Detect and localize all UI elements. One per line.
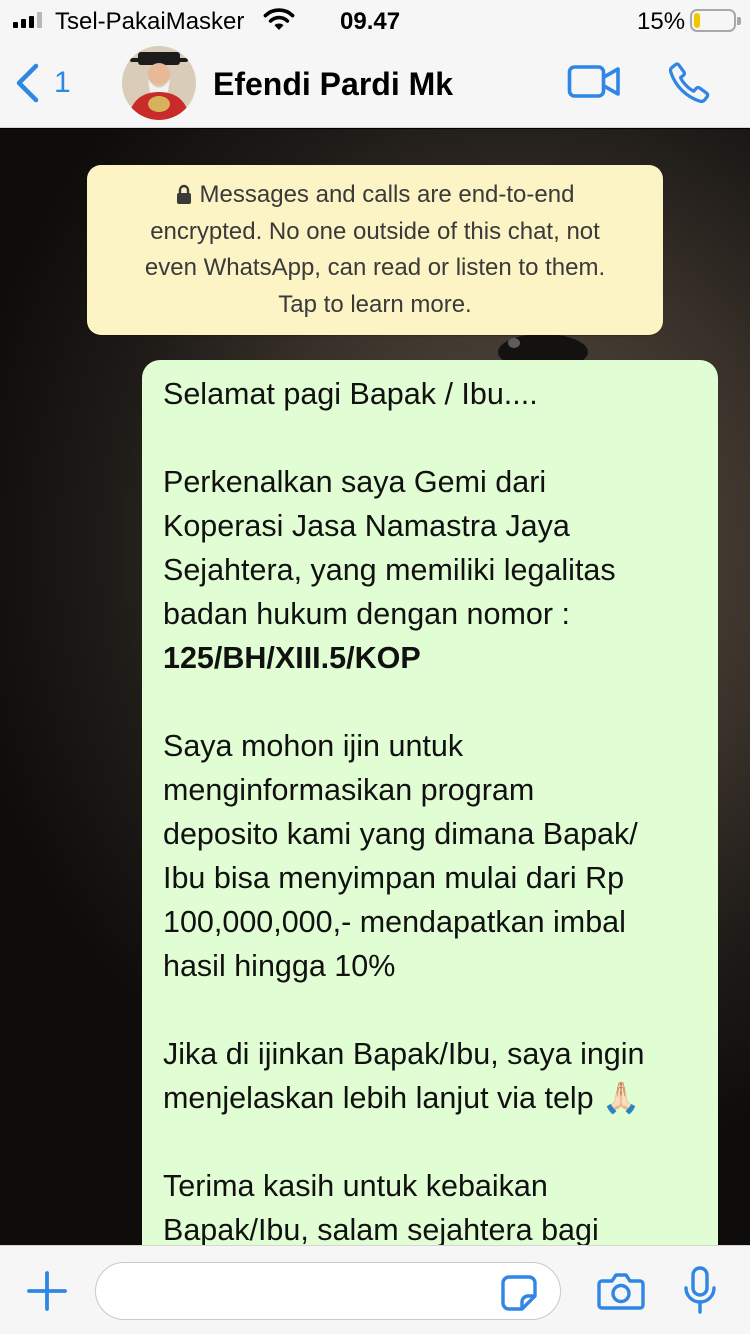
wifi-icon [262, 8, 296, 37]
unread-count: 1 [54, 66, 71, 99]
battery-fill [694, 13, 700, 28]
contact-name[interactable]: Efendi Pardi Mk [213, 66, 453, 103]
message-paragraph-intro: Perkenalkan saya Gemi dari Koperasi Jasa… [163, 465, 616, 675]
notice-line-3: even WhatsApp, can read or listen to the… [144, 254, 606, 281]
message-greeting: Selamat pagi Bapak / Ibu.... [163, 377, 538, 411]
signal-icon [13, 12, 42, 28]
message-input[interactable] [95, 1262, 561, 1320]
chat-area[interactable]: Messages and calls are end-to-end encryp… [0, 129, 750, 1245]
battery-percent: 15% [637, 8, 686, 35]
message-paragraph-request: Jika di ijinkan Bapak/Ibu, saya ingin me… [163, 1037, 645, 1115]
status-bar: Tsel-PakaiMasker 09.47 15% [0, 0, 750, 40]
avatar[interactable] [122, 46, 196, 120]
back-button[interactable]: 1 [14, 62, 71, 104]
battery-icon [690, 9, 741, 32]
sticker-icon[interactable] [500, 1274, 538, 1312]
camera-icon[interactable] [597, 1272, 645, 1310]
microphone-icon[interactable] [683, 1266, 717, 1316]
registration-number: 125/BH/XIII.5/KOP [163, 641, 421, 675]
chat-header: 1 Efendi Pardi Mk [0, 40, 750, 128]
input-bar [0, 1245, 750, 1334]
lock-icon [176, 184, 191, 204]
plus-icon[interactable] [26, 1270, 68, 1312]
pray-emoji: 🙏🏻 [602, 1081, 641, 1115]
notice-line-4: Tap to learn more. [278, 290, 472, 318]
clock: 09.47 [340, 8, 401, 35]
carrier-name: Tsel-PakaiMasker [55, 8, 245, 35]
message-paragraph-thanks: Terima kasih untuk kebaikan Bapak/Ibu, s… [163, 1169, 599, 1245]
message-paragraph-offer: Saya mohon ijin untuk menginformasikan p… [163, 729, 638, 983]
wallpaper-eye-shine [508, 338, 520, 348]
notice-line-2: encrypted. No one outside of this chat, … [150, 217, 600, 245]
video-camera-icon[interactable] [567, 64, 621, 100]
message-bubble[interactable]: Selamat pagi Bapak / Ibu.... Perkenalkan… [142, 360, 718, 1245]
chevron-left-icon [16, 63, 39, 103]
notice-line-1: Messages and calls are end-to-end [199, 181, 575, 208]
phone-icon[interactable] [666, 60, 712, 106]
encryption-notice[interactable]: Messages and calls are end-to-end encryp… [87, 165, 663, 335]
